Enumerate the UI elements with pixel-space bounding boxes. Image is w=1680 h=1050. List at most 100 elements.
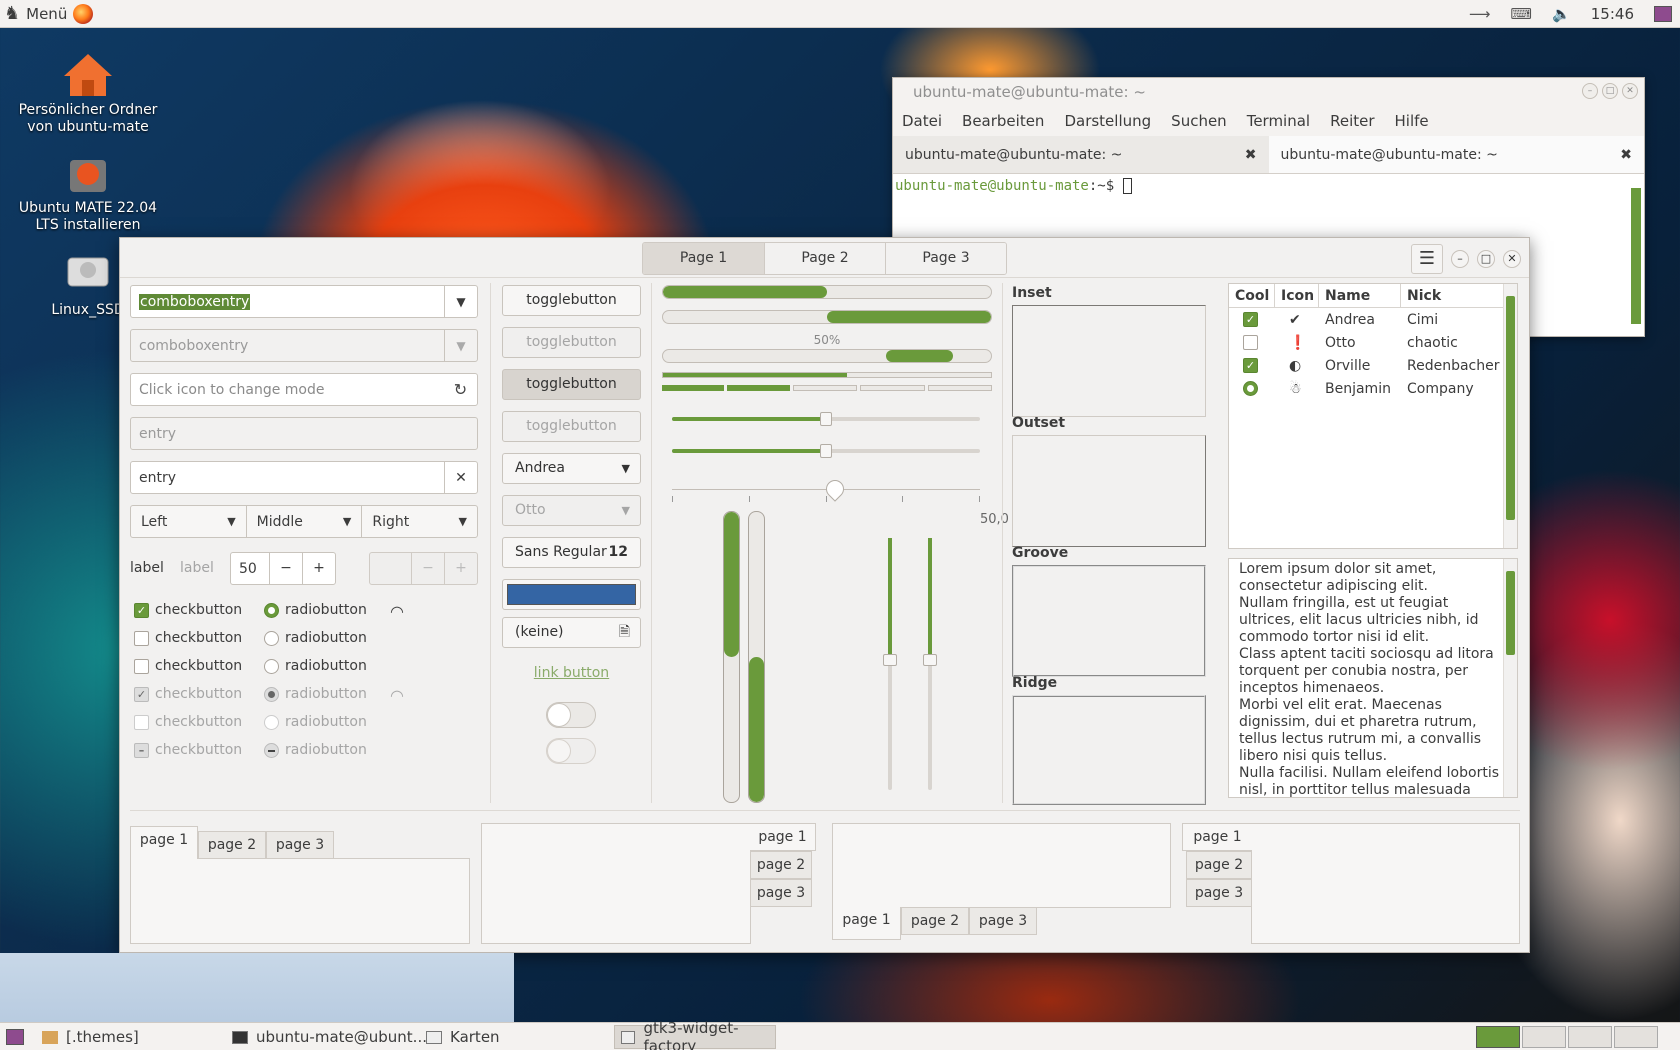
spin-button[interactable]: 50 − + [230,552,336,585]
vscale[interactable] [883,538,897,790]
minimize-icon[interactable]: – [1582,83,1598,99]
terminal-tab-2[interactable]: ubuntu-mate@ubuntu-mate: ~ ✖ [1268,136,1644,173]
scale-knob[interactable] [820,412,832,426]
menu-terminal[interactable]: Terminal [1247,112,1310,130]
notebook-left-tab-2[interactable]: page 2 [1186,851,1252,879]
combo-andrea[interactable]: Andrea ▼ [502,453,641,484]
text-scrollbar[interactable] [1503,559,1517,797]
terminal-tab-1[interactable]: ubuntu-mate@ubuntu-mate: ~ ✖ [893,136,1269,173]
tree-row[interactable]: ✓ ✔ Andrea Cimi [1229,308,1517,331]
togglebutton[interactable]: togglebutton [502,285,641,316]
radiobutton-2[interactable]: radiobutton [264,658,367,674]
menu-darstellung[interactable]: Darstellung [1064,112,1151,130]
notebook-bottom-tab-3[interactable]: page 3 [969,907,1037,935]
combo-left[interactable]: Left ▼ [131,506,247,537]
stack-page-3[interactable]: Page 3 [885,243,1006,274]
menu-datei[interactable]: Datei [902,112,942,130]
tree-row[interactable]: ❗ Otto chaotic [1229,331,1517,354]
entry[interactable]: entry ✕ [130,461,478,494]
maximize-icon[interactable]: □ [1477,250,1495,268]
terminal-titlebar[interactable]: ubuntu-mate@ubuntu-mate: ~ – □ ✕ [893,78,1644,106]
tab-close-icon[interactable]: ✖ [1245,147,1257,163]
notebook-right-tab-3[interactable]: page 3 [750,879,812,907]
minus-icon[interactable]: − [269,553,302,584]
file-chooser-button[interactable]: (keine) 🗎 [502,617,641,648]
workspace-1[interactable] [1476,1026,1520,1048]
notebook-right-tab-1[interactable]: page 1 [750,823,816,851]
combo-middle[interactable]: Middle ▼ [247,506,363,537]
menu-reiter[interactable]: Reiter [1330,112,1374,130]
workspace-4[interactable] [1614,1026,1658,1048]
task-themes[interactable]: [.themes] [36,1025,139,1049]
terminal-prompt[interactable]: ubuntu-mate@ubuntu-mate:~$ [893,174,1644,198]
task-karten[interactable]: Karten [420,1025,500,1049]
scale-knob[interactable] [923,654,937,666]
task-widget-factory[interactable]: gtk3-widget-factory [614,1019,776,1050]
notebook-top-tab-3[interactable]: page 3 [266,831,334,859]
stack-page-1[interactable]: Page 1 [643,243,764,274]
link-button[interactable]: link button [502,665,641,681]
desktop-icon-installer[interactable]: Ubuntu MATE 22.04 LTS installieren [18,150,158,234]
checkbutton-checked[interactable]: ✓ checkbutton [134,602,242,618]
volume-icon[interactable]: 🔈 [1552,5,1571,23]
radiobutton-checked[interactable]: radiobutton [264,602,367,618]
clear-icon[interactable]: ✕ [444,462,477,493]
radio-icon[interactable] [1243,381,1258,396]
tree-row[interactable]: ✓ ◐ Orville Redenbacher [1229,354,1517,377]
notebook-left-tab-1[interactable]: page 1 [1182,823,1252,851]
check-icon[interactable]: ✓ [1243,312,1258,327]
network-icon[interactable]: ⟶ [1469,5,1491,23]
hscale-2[interactable] [672,444,980,458]
tree-row[interactable]: ☃ Benjamin Company [1229,377,1517,400]
hamburger-menu-icon[interactable]: ☰ [1411,244,1443,274]
stack-page-2[interactable]: Page 2 [764,243,885,274]
menu-suchen[interactable]: Suchen [1171,112,1227,130]
hscale[interactable] [672,412,980,426]
close-icon[interactable]: ✕ [1622,83,1638,99]
keyboard-icon[interactable]: ⌨ [1510,5,1532,23]
workspace-2[interactable] [1522,1026,1566,1048]
notebook-bottom-tab-2[interactable]: page 2 [901,907,969,935]
column-nick[interactable]: Nick [1401,284,1505,307]
tree-scrollbar[interactable] [1503,284,1517,548]
notebook-right-tab-2[interactable]: page 2 [750,851,812,879]
check-icon[interactable]: ✓ [1243,358,1258,373]
combobox-entry[interactable]: comboboxentry ▼ [130,285,478,318]
column-icon[interactable]: Icon [1275,284,1319,307]
mode-entry[interactable]: Click icon to change mode ↻ [130,373,478,406]
tab-close-icon[interactable]: ✖ [1620,147,1632,163]
font-button[interactable]: Sans Regular 12 [502,537,641,568]
menu-button[interactable]: ♞ Menü [0,3,94,24]
terminal-scrollbar[interactable] [1631,188,1641,324]
column-name[interactable]: Name [1319,284,1401,307]
vscale-2[interactable] [923,538,937,790]
maximize-icon[interactable]: □ [1602,83,1618,99]
menu-hilfe[interactable]: Hilfe [1395,112,1429,130]
scale-knob[interactable] [883,654,897,666]
togglebutton-active[interactable]: togglebutton [502,369,641,400]
plus-icon[interactable]: + [302,553,335,584]
desktop-icon-home[interactable]: Persönlicher Ordner von ubuntu-mate [18,52,158,136]
notebook-bottom-tab-1[interactable]: page 1 [832,907,901,940]
text-view[interactable]: Lorem ipsum dolor sit amet, consectetur … [1228,558,1518,798]
switch-off[interactable] [546,702,596,728]
checkbox-icon[interactable] [1243,335,1258,350]
color-button[interactable] [502,579,641,610]
scroll-thumb[interactable] [1506,296,1515,520]
scale-knob[interactable] [820,444,832,458]
workspace-switcher[interactable] [1476,1025,1658,1049]
user-icon[interactable] [1654,6,1672,22]
notebook-top-tab-2[interactable]: page 2 [198,831,266,859]
column-cool[interactable]: Cool [1229,284,1275,307]
refresh-icon[interactable]: ↻ [444,374,477,405]
scroll-thumb[interactable] [1506,571,1515,655]
show-desktop-icon[interactable] [0,1025,24,1049]
clock[interactable]: 15:46 [1591,5,1634,23]
notebook-top-tab-1[interactable]: page 1 [130,826,198,859]
task-terminal[interactable]: ubuntu-mate@ubunt... [226,1025,427,1049]
checkbutton[interactable]: checkbutton [134,630,242,646]
workspace-3[interactable] [1568,1026,1612,1048]
checkbutton-2[interactable]: checkbutton [134,658,242,674]
firefox-icon[interactable] [73,3,94,24]
combo-right[interactable]: Right ▼ [362,506,477,537]
